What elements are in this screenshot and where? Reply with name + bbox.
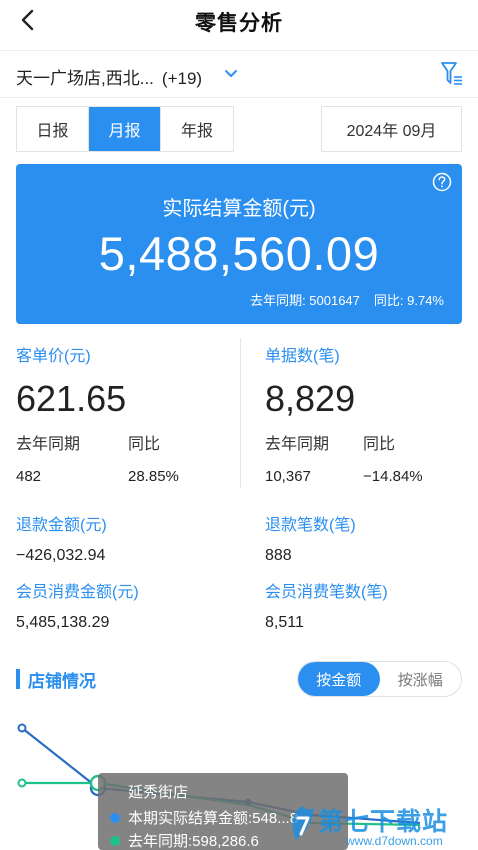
chevron-left-icon (21, 9, 34, 31)
store-section-title: 店铺情况 (28, 671, 96, 691)
sort-toggle: 按金额 按涨幅 (297, 661, 462, 697)
settlement-card: 实际结算金额(元) 5,488,560.09 去年同期: 5001647 同比: … (16, 164, 462, 324)
filter-icon[interactable] (440, 61, 464, 87)
page-title: 零售分析 (195, 12, 283, 35)
watermark: 第七下载站 www.d7down.com (282, 800, 474, 850)
current-point-1 (17, 723, 27, 733)
nav-bar: 零售分析 (0, 0, 478, 44)
refund-count-label: 退款笔数(笔) (265, 517, 356, 534)
refund-count: 退款笔数(笔) 888 (265, 511, 356, 565)
section-accent-bar (16, 669, 20, 689)
legend-dot-current (110, 812, 120, 823)
avg-price-label: 客单价(元) (16, 348, 91, 365)
tooltip-current-text: 本期实际结算金额:548...8 (128, 810, 299, 827)
orders-last-year-value: 10,367 (265, 468, 311, 485)
date-picker[interactable]: 2024年 09月 (321, 106, 462, 152)
tooltip-last-year-text: 去年同期:598,286.6 (128, 833, 259, 850)
store-selector[interactable]: 天一广场店,西北... (+19) (0, 50, 478, 98)
store-section-header: 店铺情况 (16, 668, 96, 691)
member-count-value: 8,511 (265, 614, 304, 631)
store-extra-count: (+19) (161, 69, 203, 88)
sort-by-amount-button[interactable]: 按金额 (298, 662, 380, 696)
orders-compare-values: 10,367 −14.84% (265, 468, 423, 485)
avg-price-value: 621.65 (16, 378, 127, 419)
tab-yearly[interactable]: 年报 (161, 107, 233, 151)
avg-price-yoy-label: 同比 (128, 436, 161, 453)
orders-yoy-value: −14.84% (363, 468, 423, 485)
settlement-label: 实际结算金额(元) (162, 198, 316, 220)
avg-price-yoy-value: 28.85% (128, 468, 179, 485)
stat-divider (240, 338, 241, 488)
avg-price-last-year-label: 去年同期 (16, 436, 81, 453)
settlement-yoy: 同比: 9.74% (373, 293, 444, 308)
watermark-url: www.d7down.com (346, 834, 443, 848)
avg-price-stat: 客单价(元) 621.65 去年同期 同比 482 28.85% (16, 342, 179, 485)
member-count-label: 会员消费笔数(笔) (265, 584, 388, 601)
orders-label: 单据数(笔) (265, 348, 340, 365)
tooltip-title: 延秀街店 (128, 784, 189, 801)
sort-by-growth-button[interactable]: 按涨幅 (380, 662, 462, 696)
member-amount-label: 会员消费金额(元) (16, 584, 139, 601)
avg-price-compare-labels: 去年同期 同比 (16, 430, 179, 454)
settlement-comparison: 去年同期: 5001647 同比: 9.74% (236, 290, 444, 309)
refund-amount-label: 退款金额(元) (16, 517, 107, 534)
orders-value: 8,829 (265, 378, 356, 419)
legend-dot-last-year (110, 835, 120, 846)
chevron-down-icon[interactable] (224, 67, 238, 81)
back-button[interactable] (12, 4, 44, 36)
tooltip-row-current: 本期实际结算金额:548...8 (110, 807, 298, 828)
refund-count-value: 888 (265, 547, 292, 564)
orders-stat: 单据数(笔) 8,829 去年同期 同比 10,367 −14.84% (265, 342, 423, 485)
tab-daily[interactable]: 日报 (17, 107, 89, 151)
last-year-point-1 (17, 778, 27, 788)
store-selector-label: 天一广场店,西北... (+19) (16, 64, 202, 89)
member-count: 会员消费笔数(笔) 8,511 (265, 578, 388, 632)
watermark-logo-icon (292, 806, 314, 840)
refund-amount-value: −426,032.94 (16, 547, 106, 564)
store-names: 天一广场店,西北... (16, 69, 154, 88)
refund-amount: 退款金额(元) −426,032.94 (16, 511, 107, 565)
member-amount-value: 5,485,138.29 (16, 614, 110, 631)
avg-price-last-year-value: 482 (16, 468, 42, 485)
orders-last-year-label: 去年同期 (265, 436, 330, 453)
watermark-text: 第七下载站 (318, 808, 449, 836)
orders-compare-labels: 去年同期 同比 (265, 430, 423, 454)
orders-yoy-label: 同比 (363, 436, 396, 453)
avg-price-compare-values: 482 28.85% (16, 468, 179, 485)
settlement-value: 5,488,560.09 (98, 227, 380, 280)
period-tabs: 日报 月报 年报 (16, 106, 234, 152)
member-amount: 会员消费金额(元) 5,485,138.29 (16, 578, 139, 632)
settlement-last-year: 去年同期: 5001647 (250, 293, 360, 308)
help-icon[interactable] (432, 172, 452, 192)
tooltip-row-last-year: 去年同期:598,286.6 (110, 830, 259, 850)
tab-monthly[interactable]: 月报 (89, 107, 161, 151)
